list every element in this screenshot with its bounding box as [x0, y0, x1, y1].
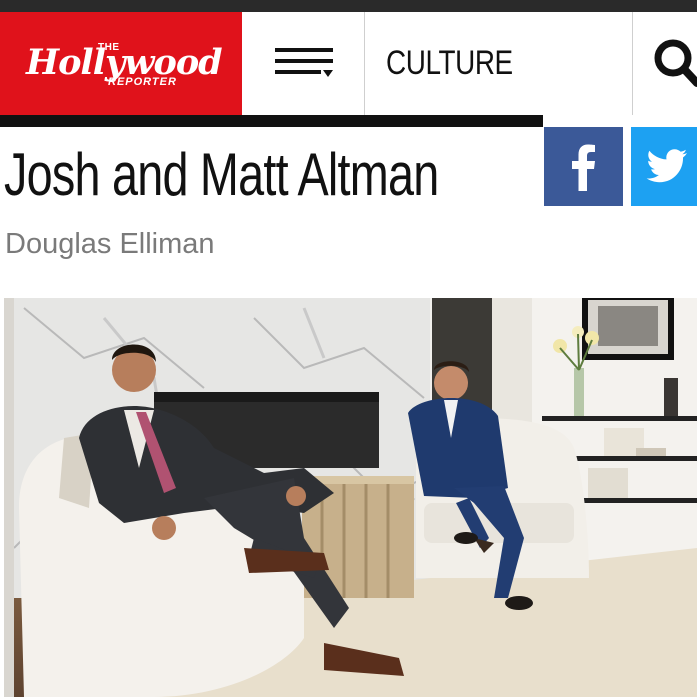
article-title: Josh and Matt Altman — [4, 141, 439, 208]
menu-button[interactable] — [242, 12, 365, 115]
search-icon — [654, 39, 697, 87]
site-logo[interactable]: THE Hollywood REPORTER — [0, 12, 242, 115]
top-strip — [0, 0, 697, 12]
facebook-icon — [572, 144, 595, 191]
twitter-icon — [646, 149, 687, 183]
article-subtitle: Douglas Elliman — [5, 228, 215, 260]
menu-icon — [275, 48, 333, 77]
section-label[interactable]: CULTURE — [386, 12, 513, 115]
facebook-share-button[interactable] — [544, 127, 623, 206]
article-photo — [4, 298, 697, 697]
divider-gap — [543, 115, 697, 127]
twitter-share-button[interactable] — [631, 127, 697, 206]
logo-reporter-text: REPORTER — [108, 76, 177, 88]
site-header: THE Hollywood REPORTER CULTURE — [0, 12, 697, 115]
search-button[interactable] — [632, 12, 697, 115]
